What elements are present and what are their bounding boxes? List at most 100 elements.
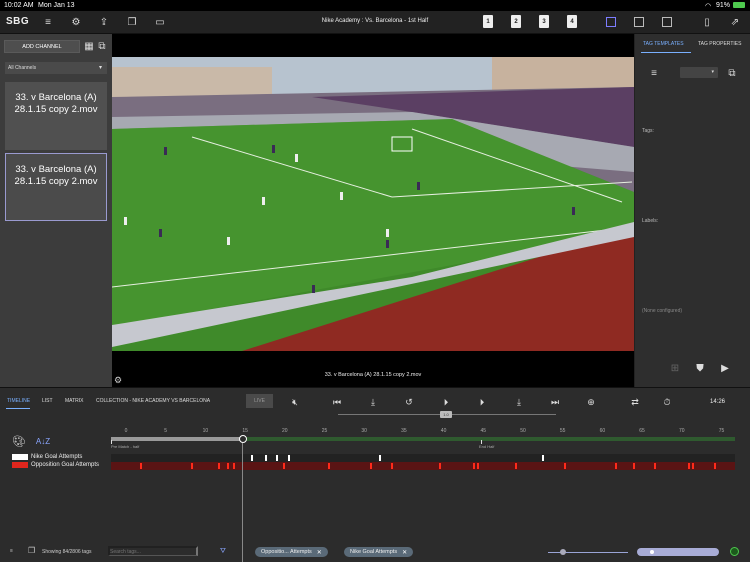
timeline-event-marker[interactable] bbox=[692, 463, 695, 469]
timer-icon[interactable]: ⏱ bbox=[661, 396, 673, 408]
wifi-icon: ◠ bbox=[705, 3, 712, 10]
timeline-event-marker[interactable] bbox=[654, 463, 657, 469]
timeline-event-marker[interactable] bbox=[218, 463, 221, 469]
chevron-down-icon: ▾ bbox=[711, 69, 714, 75]
tab-list[interactable]: LIST bbox=[42, 398, 53, 404]
timeline-event-marker[interactable] bbox=[541, 455, 544, 461]
half-2-button[interactable]: 2 bbox=[511, 15, 521, 28]
list-menu-icon[interactable]: ≡ bbox=[10, 548, 13, 554]
template-select[interactable]: ▾ bbox=[680, 67, 718, 78]
tab-matrix[interactable]: MATRIX bbox=[65, 398, 84, 404]
layout-split-icon[interactable] bbox=[634, 17, 644, 27]
timeline-tick-label: 20 bbox=[282, 428, 288, 434]
menu-icon[interactable]: ≡ bbox=[41, 15, 55, 29]
list-icon[interactable]: ≡ bbox=[647, 66, 661, 80]
speed-icon[interactable]: ⊕ bbox=[585, 396, 597, 408]
tab-collection[interactable]: COLLECTION - NIKE ACADEMY VS BARCELONA bbox=[96, 398, 210, 404]
timeline-event-marker[interactable] bbox=[473, 463, 476, 469]
add-tag-icon[interactable]: ⊞ bbox=[668, 361, 682, 375]
timeline-event-marker[interactable] bbox=[232, 463, 235, 469]
detach-icon[interactable]: ⧉ bbox=[95, 39, 109, 53]
timeline-event-marker[interactable] bbox=[328, 463, 331, 469]
close-icon[interactable]: ✕ bbox=[317, 549, 322, 556]
share-icon[interactable]: ⇪ bbox=[97, 15, 111, 29]
timeline-tick-label: 10 bbox=[202, 428, 209, 434]
timeline-track-area[interactable]: 0 5 10 15 20 25 30 35 40 45 50 55 60 65 70 75 Pre Match… bbox=[111, 428, 735, 562]
timeline-row-nike[interactable] bbox=[111, 454, 735, 462]
timeline-event-marker[interactable] bbox=[251, 455, 253, 461]
timeline-event-marker[interactable] bbox=[632, 463, 635, 469]
clip-title-line2: 28.1.15 copy 2.mov bbox=[14, 176, 98, 187]
half-3-button[interactable]: 3 bbox=[539, 15, 549, 28]
clip-item-selected[interactable]: 33. v Barcelona (A) 28.1.15 copy 2.mov bbox=[5, 153, 107, 221]
period-label-start: Pre Match - half bbox=[111, 444, 140, 449]
timeline-event-marker[interactable] bbox=[265, 455, 268, 461]
timeline-event-marker[interactable] bbox=[390, 463, 393, 469]
tab-tag-properties[interactable]: TAG PROPERTIES bbox=[698, 41, 741, 47]
filter-chip[interactable]: Oppositio... Attempts ✕ bbox=[255, 547, 328, 557]
timeline-event-marker[interactable] bbox=[614, 463, 617, 469]
zoom-slider-thumb[interactable] bbox=[560, 549, 566, 555]
timeline-event-marker[interactable] bbox=[477, 463, 480, 469]
timeline-event-marker[interactable] bbox=[282, 463, 285, 469]
step-forward-icon[interactable]: ⤓ bbox=[513, 396, 525, 408]
search-tags-input[interactable] bbox=[108, 546, 198, 556]
timeline-row-opposition[interactable] bbox=[111, 462, 735, 470]
external-link-icon[interactable]: ⇗ bbox=[728, 15, 742, 29]
palette-icon[interactable]: 🎨︎ bbox=[12, 434, 26, 448]
tab-timeline[interactable]: TIMELINE bbox=[7, 398, 30, 404]
rewind-icon[interactable]: ↺ bbox=[403, 396, 415, 408]
filter-icon[interactable]: ⛛ bbox=[220, 548, 226, 556]
slow-play-icon[interactable]: ⏵ bbox=[476, 396, 488, 408]
timeline-event-marker[interactable] bbox=[191, 463, 194, 469]
layout-grid-icon[interactable] bbox=[662, 17, 672, 27]
mute-icon[interactable]: 🔇︎ bbox=[289, 396, 301, 408]
tab-tag-templates[interactable]: TAG TEMPLATES bbox=[643, 41, 684, 47]
layout-video-icon[interactable] bbox=[606, 17, 616, 27]
timeline-event-marker[interactable] bbox=[713, 463, 716, 469]
app-logo: SBG bbox=[6, 16, 30, 27]
filter-chip-label: Nike Goal Attempts bbox=[350, 549, 398, 555]
half-1-button[interactable]: 1 bbox=[483, 15, 493, 28]
channel-filter-select[interactable]: All Channels ▾ bbox=[5, 62, 107, 74]
loop-icon[interactable]: ⇄ bbox=[629, 396, 641, 408]
shield-icon[interactable]: ⛊ bbox=[693, 361, 707, 375]
filter-chip[interactable]: Nike Goal Attempts ✕ bbox=[344, 547, 414, 557]
play-icon[interactable]: ⏵ bbox=[440, 396, 452, 408]
clip-item[interactable]: 33. v Barcelona (A) 28.1.15 copy 2.mov bbox=[5, 82, 107, 150]
timeline-event-marker[interactable] bbox=[378, 455, 381, 461]
add-channel-button[interactable]: ADD CHANNEL bbox=[4, 40, 80, 53]
label-icon[interactable]: ▶ bbox=[718, 361, 732, 375]
skip-end-icon[interactable]: ⏭ bbox=[549, 396, 561, 408]
timeline-event-marker[interactable] bbox=[515, 463, 518, 469]
copy-icon[interactable]: ❐ bbox=[28, 546, 35, 555]
close-icon[interactable]: ✕ bbox=[402, 549, 407, 556]
sort-az-icon[interactable]: A↓Z bbox=[36, 434, 50, 448]
period-label-end: End Half bbox=[479, 444, 495, 449]
timeline-event-marker[interactable] bbox=[439, 463, 442, 469]
detach-icon[interactable]: ⧉ bbox=[725, 66, 739, 80]
status-bar: 10:02 AM Mon Jan 13 ◠ 91% bbox=[0, 0, 750, 11]
live-button[interactable]: LIVE bbox=[246, 394, 273, 408]
gear-icon[interactable]: ⚙ bbox=[69, 15, 83, 29]
timeline-event-marker[interactable] bbox=[227, 463, 230, 469]
timeline-event-marker[interactable] bbox=[563, 463, 566, 469]
timeline-event-marker[interactable] bbox=[688, 463, 691, 469]
timeline-event-marker[interactable] bbox=[139, 463, 142, 469]
playhead-handle[interactable] bbox=[239, 435, 247, 443]
half-4-button[interactable]: 4 bbox=[567, 15, 577, 28]
tablet-icon[interactable]: ▯ bbox=[700, 15, 714, 29]
skip-start-icon[interactable]: ⏮ bbox=[331, 396, 343, 408]
step-back-icon[interactable]: ⤓ bbox=[367, 396, 379, 408]
timeline-event-marker[interactable] bbox=[370, 463, 373, 469]
grid-view-icon[interactable]: ▦ bbox=[82, 39, 96, 53]
timeline-tick-label: 70 bbox=[678, 428, 685, 434]
range-selector-handle[interactable] bbox=[650, 550, 654, 554]
timeline-event-marker[interactable] bbox=[287, 455, 290, 461]
screen-icon[interactable]: ▭ bbox=[153, 15, 167, 29]
timeline-tick-label: 35 bbox=[401, 428, 407, 434]
copy-icon[interactable]: ❐ bbox=[125, 15, 139, 29]
video-player[interactable] bbox=[112, 57, 634, 351]
timeline-event-marker[interactable] bbox=[275, 455, 278, 461]
speed-slider-thumb[interactable]: 1.0 bbox=[440, 411, 452, 418]
